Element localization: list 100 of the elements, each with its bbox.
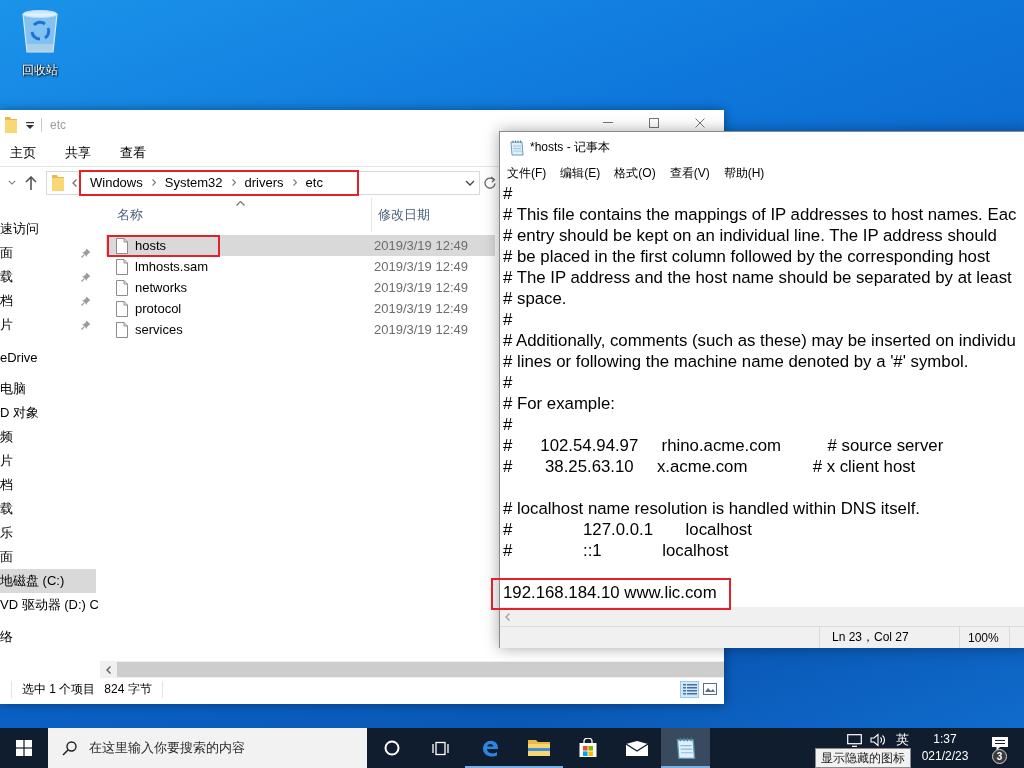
maximize-icon (649, 117, 659, 128)
dropdown-arrow-icon[interactable] (26, 121, 34, 129)
status-text: 824 字节 (104, 680, 152, 698)
clock-date: 021/2/23 (921, 748, 969, 765)
minimize-icon (603, 122, 613, 123)
menu-item[interactable]: 编辑(E) (553, 163, 608, 183)
sidebar-item[interactable]: 地磁盘 (C:) (0, 569, 96, 593)
ribbon-tab[interactable]: 主页 (0, 141, 46, 165)
monitor-icon (846, 733, 862, 747)
breadcrumb-item[interactable]: System32 (164, 175, 223, 190)
ring-icon (383, 740, 400, 756)
file-icon (116, 237, 128, 254)
sidebar-item[interactable]: 乐 (0, 521, 96, 545)
text-line: # (503, 373, 513, 392)
column-header[interactable]: 修改日期 (372, 198, 438, 232)
ribbon-tab[interactable]: 共享 (55, 141, 101, 165)
search-icon (62, 740, 77, 756)
notepad-icon (510, 139, 524, 156)
taskbar-button[interactable] (661, 728, 710, 768)
file-date: 2019/3/19 12:49 (373, 322, 468, 337)
sidebar-item[interactable]: 电脑 (0, 377, 96, 401)
file-date: 2019/3/19 12:49 (373, 280, 468, 295)
chevron-down-icon (465, 179, 475, 186)
text-line: # lines or following the machine name denoted by a '#' symbol. (503, 352, 969, 371)
large-icons-view-icon (702, 683, 717, 695)
ribbon-tab[interactable]: 查看 (110, 141, 156, 165)
file-name: lmhosts.sam (135, 259, 208, 274)
sidebar-item[interactable]: 频 (0, 425, 96, 449)
text-line: # This file contains the mappings of IP addresses to host names. Eac (503, 205, 1017, 224)
chevron-right-icon (292, 179, 297, 186)
chevron-left-icon (106, 665, 111, 674)
view-mode-button[interactable] (680, 680, 699, 698)
column-header[interactable]: 名称 (104, 198, 372, 232)
sidebar-item[interactable]: 档 (0, 473, 96, 497)
breadcrumb-item[interactable]: Windows (90, 175, 143, 190)
breadcrumb-item[interactable]: etc (305, 175, 323, 190)
clock-button[interactable]: 1:37 021/2/23 (914, 728, 976, 768)
sidebar-item[interactable]: 片 (0, 449, 96, 473)
text-line: # entry should be kept on an individual line. The IP address should (503, 226, 997, 245)
text-line: # (503, 310, 513, 329)
folder-icon (527, 739, 550, 757)
file-row[interactable]: lmhosts.sam 2019/3/19 12:49 (106, 256, 495, 277)
sidebar-item[interactable]: 面 (0, 241, 96, 265)
text-line: # space. (503, 289, 567, 308)
breadcrumb-item[interactable]: drivers (244, 175, 284, 190)
file-row[interactable]: hosts 2019/3/19 12:49 (106, 235, 495, 256)
sidebar-item[interactable]: 载 (0, 265, 96, 289)
menu-item[interactable]: 文件(F) (500, 163, 554, 183)
tooltip: 显示隐藏的图标 (815, 748, 911, 768)
file-icon (116, 258, 128, 275)
sidebar-item[interactable]: D 对象 (0, 401, 96, 425)
status-text: 100% (968, 630, 999, 645)
sidebar-item[interactable]: eDrive (0, 345, 96, 369)
menu-item[interactable]: 帮助(H) (716, 163, 772, 183)
sidebar-item[interactable]: 片 (0, 313, 96, 337)
text-line: 192.168.184.10 www.lic.com (503, 583, 717, 602)
text-line: # localhost name resolution is handled within DNS itself. (503, 499, 920, 518)
file-icon (116, 321, 128, 338)
file-date: 2019/3/19 12:49 (373, 259, 468, 274)
file-row[interactable]: services 2019/3/19 12:49 (106, 319, 495, 340)
sidebar-item[interactable]: 面 (0, 545, 96, 569)
text-line: # The IP address and the host name should be separated by at least (503, 268, 1012, 287)
status-text: Ln 23，Col 27 (832, 629, 909, 646)
menu-item[interactable]: 格式(O) (607, 163, 663, 183)
chevron-right-icon (151, 179, 156, 186)
file-icon (116, 279, 128, 296)
text-line: # For example: (503, 394, 615, 413)
folder-icon (5, 117, 17, 133)
sidebar-item[interactable]: 载 (0, 497, 96, 521)
windows-logo-icon[interactable] (16, 740, 32, 756)
search-field[interactable]: 在这里输入你要搜索的内容 (48, 728, 367, 768)
file-date: 2019/3/19 12:49 (373, 301, 468, 316)
file-row[interactable]: networks 2019/3/19 12:49 (106, 277, 495, 298)
shopping-bag-icon (577, 738, 598, 758)
file-name: protocol (135, 301, 182, 316)
text-line: # ::1 localhost (503, 541, 729, 560)
file-row[interactable]: protocol 2019/3/19 12:49 (106, 298, 495, 319)
notification-button[interactable]: 3 (976, 728, 1024, 768)
sidebar-item[interactable]: VD 驱动器 (D:) C (0, 593, 96, 617)
sidebar-item[interactable]: 速访问 (0, 217, 96, 241)
notepad-icon (675, 736, 696, 760)
recycle-bin-icon (19, 8, 61, 54)
menu-item[interactable]: 查看(V) (662, 163, 717, 183)
address-bar[interactable]: Windows System32 drivers etc (46, 170, 480, 195)
text-line: # 102.54.94.97 rhino.acme.com # source server (503, 436, 944, 455)
notification-count-badge: 3 (992, 749, 1007, 764)
scrollbar-thumb[interactable] (117, 662, 724, 677)
sidebar-item[interactable]: 络 (0, 625, 96, 649)
window-title: *hosts - 记事本 (530, 139, 610, 156)
clock-time: 1:37 (933, 731, 957, 748)
file-name: hosts (135, 238, 167, 253)
chevron-right-icon (231, 179, 236, 186)
input-method-button[interactable]: 英 (890, 730, 914, 750)
view-mode-button[interactable] (700, 680, 719, 698)
text-line: # be placed in the first column followed by the corresponding host (503, 247, 990, 266)
text-line: # (503, 184, 513, 203)
close-icon (695, 117, 705, 128)
sidebar-item[interactable]: 档 (0, 289, 96, 313)
speaker-icon (870, 733, 886, 747)
column-header-label: 名称 (117, 207, 143, 222)
